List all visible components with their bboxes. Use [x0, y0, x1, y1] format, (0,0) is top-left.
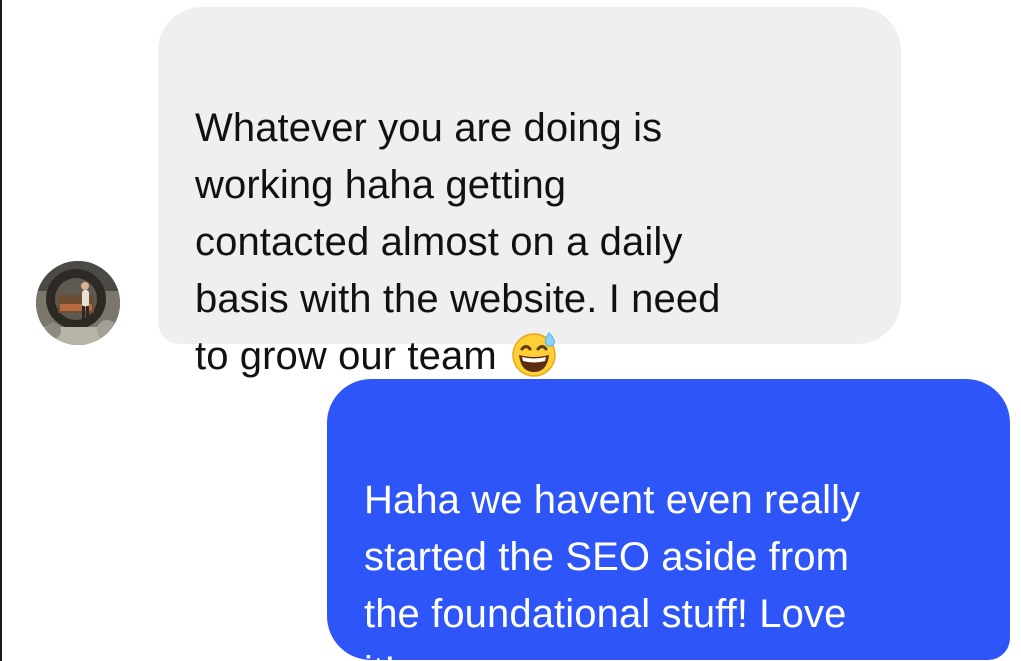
window-edge: [0, 0, 2, 661]
grinning-face-with-sweat-emoji-icon: [509, 328, 559, 378]
sent-message-bubble[interactable]: Haha we havent even really started the S…: [327, 379, 1010, 661]
sent-message-text: Haha we havent even really started the S…: [364, 478, 861, 661]
avatar-photo-icon: [36, 261, 120, 345]
message-thread: Whatever you are doing is working haha g…: [0, 0, 1021, 661]
received-message-text: Whatever you are doing is working haha g…: [195, 106, 721, 378]
received-message-bubble[interactable]: Whatever you are doing is working haha g…: [158, 7, 901, 378]
contact-avatar[interactable]: [36, 261, 120, 345]
